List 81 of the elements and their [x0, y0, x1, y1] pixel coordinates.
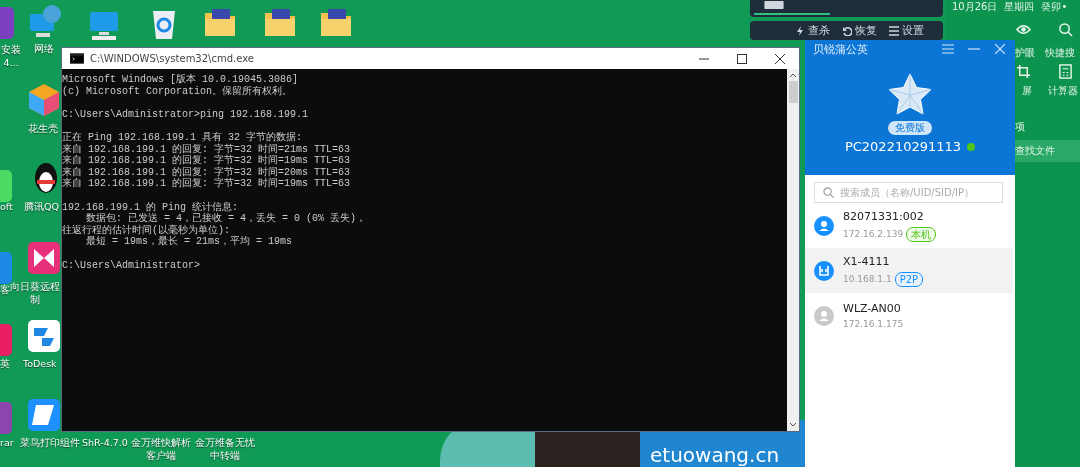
member-row[interactable]: X1-4111 10.168.1.1 P2P [805, 248, 1013, 293]
lightning-icon [795, 25, 805, 36]
console-line: 往返行程的估计时间(以毫秒为单位): [62, 224, 231, 236]
device-name: PC202210291113 [844, 139, 962, 154]
app-icon[interactable] [26, 397, 62, 433]
tool-label[interactable]: 屏 [1022, 84, 1032, 98]
date-text: 10月26日 [952, 0, 998, 14]
desktop-icon-label[interactable]: 金万维备无忧中转端 [193, 436, 257, 462]
desktop-icon-label[interactable]: 花生壳 [28, 122, 58, 135]
desktop-icon-label[interactable]: 腾讯QQ [24, 200, 59, 213]
member-name: 82071331:002 [843, 209, 925, 223]
network-icon[interactable] [28, 4, 64, 40]
close-icon [995, 44, 1005, 54]
search-icon[interactable] [1058, 22, 1073, 37]
scroll-down-icon[interactable] [789, 422, 797, 427]
tool-label[interactable]: 护眼 [1015, 46, 1035, 60]
desktop-icon-label[interactable]: ToDesk [23, 357, 57, 370]
console-line: Microsoft Windows [版本 10.0.19045.3086] [62, 74, 300, 86]
member-name: WLZ-AN00 [843, 302, 902, 315]
console-line: C:\Users\Administrator> [62, 259, 202, 272]
star-icon [888, 73, 932, 115]
app-icon[interactable] [26, 318, 62, 354]
website-text: etuowang.cn [650, 443, 780, 467]
connection-tag: P2P [894, 271, 924, 287]
member-ip: 172.16.1.175 [843, 319, 904, 329]
search-field[interactable]: 搜索成员（名称/UID/SID/IP） [814, 182, 1003, 203]
desktop-icon-label[interactable]: 金万维快解析客户端 [129, 436, 193, 462]
member-name: X1-4111 [843, 254, 891, 268]
window-title: C:\WINDOWS\system32\cmd.exe [90, 53, 255, 64]
list-icon [889, 25, 899, 36]
console-line: 来自 192.168.199.1 的回复: 字节=32 时间=19ms TTL=63 [62, 178, 352, 190]
member-ip: 172.16.2.139 [843, 229, 904, 239]
desktop-icon-label[interactable]: 菜鸟打印组件 [20, 436, 80, 449]
member-ip: 10.168.1.1 [843, 274, 892, 284]
console-line: (c) Microsoft Corporation。保留所有权利。 [62, 85, 294, 98]
connection-tag: 本机 [906, 226, 937, 242]
console-line: 192.168.199.1 的 Ping 统计信息: [62, 201, 240, 213]
app-icon[interactable] [26, 240, 62, 276]
desktop-icon-label[interactable]: oft [0, 200, 13, 213]
eye-icon[interactable] [1016, 22, 1031, 37]
desktop-icon-label[interactable]: rar [0, 436, 14, 449]
menu-icon [942, 44, 954, 54]
weekday-text: 星期四 [1004, 0, 1035, 14]
tool-label[interactable]: 快捷搜 [1045, 46, 1075, 60]
desktop-icon-label[interactable]: ShR-4.7.0 [82, 436, 128, 449]
desktop-icon-label[interactable]: 安装4... [0, 43, 22, 69]
app-title: 贝锐蒲公英 [813, 41, 869, 57]
toolbar-button[interactable]: 查杀 [795, 23, 830, 38]
member-row[interactable]: WLZ-AN00 172.16.1.175 [805, 293, 1013, 338]
maximize-icon [737, 53, 747, 64]
console-line: 来自 192.168.199.1 的回复: 字节=32 时间=20ms TTL=63 [62, 166, 352, 178]
lunar-date-text: 癸卯• [1041, 0, 1068, 14]
desktop-icon-label[interactable]: 英 [0, 357, 10, 370]
search-icon [823, 187, 834, 198]
console-line: 正在 Ping 192.168.199.1 具有 32 字节的数据: [62, 131, 304, 143]
console-line: 最短 = 19ms，最长 = 21ms，平均 = 19ms [85, 236, 294, 248]
console-line: 数据包: 已发送 = 4，已接收 = 4，丢失 = 0 (0% 丢失)， [85, 213, 368, 225]
scrollbar-thumb[interactable] [788, 81, 798, 103]
desktop-icon-label[interactable]: 客 [0, 283, 10, 296]
member-row[interactable]: 82071331:002 172.16.2.139 本机 [805, 203, 1013, 248]
desktop-icon-label[interactable]: 网络 [34, 42, 54, 55]
console-line: 来自 192.168.199.1 的回复: 字节=32 时间=19ms TTL=63 [62, 155, 352, 167]
cube-icon[interactable] [26, 82, 62, 118]
toolbar-button[interactable]: 设置 [889, 23, 924, 38]
menu-button[interactable] [939, 42, 957, 56]
edition-badge: 免费版 [888, 121, 932, 135]
console-line: C:\Users\Administrator>ping 192.168.199.1 [62, 108, 310, 121]
scrollbar[interactable] [787, 69, 799, 431]
tool-label[interactable]: 计算器 [1048, 84, 1078, 98]
toolbar-button[interactable]: 恢复 [842, 23, 877, 38]
crop-icon[interactable] [1016, 64, 1031, 79]
calculator-icon[interactable] [1058, 64, 1073, 79]
desktop-icon-label[interactable]: 向日葵远程制 [10, 280, 60, 306]
scroll-up-icon[interactable] [789, 73, 797, 78]
console-line: 来自 192.168.199.1 的回复: 字节=32 时间=21ms TTL=63 [62, 143, 352, 155]
server-icon [762, 1, 786, 9]
undo-icon [842, 25, 852, 36]
close-icon [775, 53, 785, 64]
find-files-item[interactable]: 查找文件 [1015, 140, 1080, 162]
section-label: 项 [1015, 120, 1025, 134]
console-icon [70, 53, 84, 64]
